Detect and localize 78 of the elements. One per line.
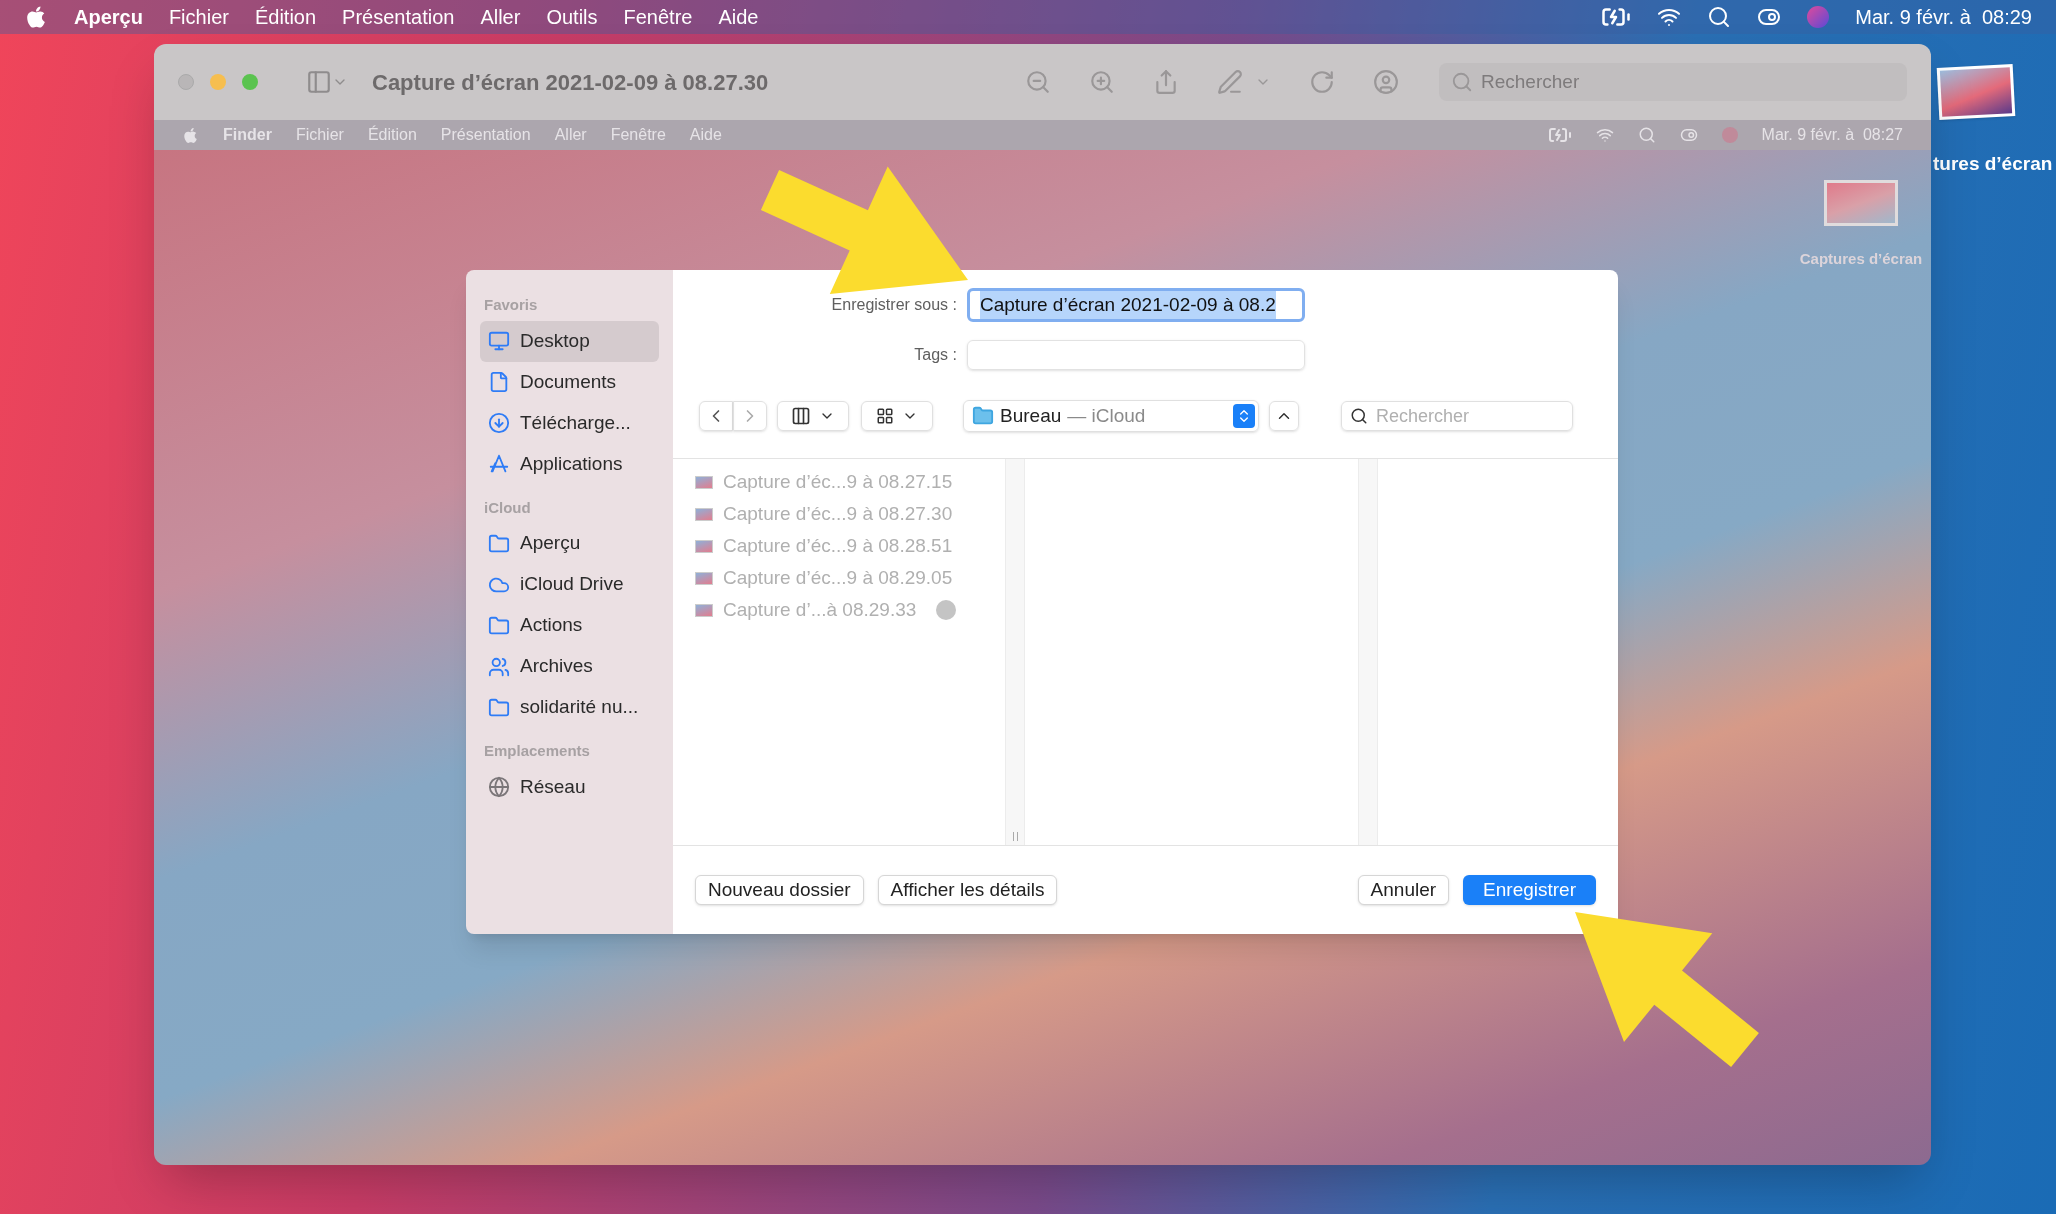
dialog-button[interactable]: Afficher les détails (877, 875, 1058, 905)
menu-item[interactable]: Outils (546, 2, 598, 32)
sidebar-item[interactable]: Archives (480, 646, 659, 687)
sidebar-section-title: iCloud (483, 497, 532, 518)
image-thumbnail-icon (695, 539, 713, 553)
columns-icon (791, 406, 811, 426)
progress-pie-icon (936, 600, 957, 620)
sidebar-item[interactable]: iCloud Drive (480, 564, 659, 605)
field-label: Tags : (914, 345, 957, 365)
monitor-icon (488, 330, 510, 352)
search-icon (1350, 407, 1368, 425)
field-label: Enregistrer sous : (831, 295, 957, 315)
apple-logo-icon[interactable] (24, 5, 48, 29)
dialog-button[interactable]: Annuler (1357, 875, 1450, 905)
forward-button[interactable] (733, 401, 767, 431)
stepper-icon (1233, 404, 1255, 428)
default-button[interactable]: Enregistrer (1463, 875, 1596, 905)
close-button[interactable] (178, 74, 194, 90)
sidebar-item[interactable]: Applications (480, 443, 659, 485)
desktop-icon-label: Captures d’écran (1798, 249, 1924, 269)
sidebar-item[interactable]: Télécharge... (480, 402, 659, 444)
share-icon[interactable] (1153, 69, 1179, 95)
minimize-button[interactable] (210, 74, 226, 90)
image-thumbnail-icon (695, 475, 713, 489)
dialog-button[interactable]: Nouveau dossier (695, 875, 864, 905)
sidebar-section-title: Emplacements (483, 741, 591, 761)
tags-field[interactable] (967, 340, 1305, 370)
folder-icon (488, 532, 510, 555)
menu-item[interactable]: Fichier (168, 2, 229, 32)
sidebar-item[interactable]: Documents (480, 361, 659, 403)
menu-item[interactable]: Aide (718, 2, 759, 32)
screenshot-thumbnail-icon[interactable] (1824, 180, 1898, 226)
column-resize-handle[interactable] (1012, 832, 1018, 841)
menu-item[interactable]: Édition (254, 2, 317, 32)
window-title: Capture d’écran 2021-02-09 à 08.27.30 (372, 68, 769, 97)
group-button[interactable] (861, 401, 933, 431)
column-scroller[interactable] (1358, 459, 1378, 845)
folder-icon (972, 405, 994, 427)
back-button[interactable] (699, 401, 733, 431)
desktop-icon-label: tures d’écran (1933, 152, 2053, 176)
view-mode-button[interactable] (777, 401, 849, 431)
folder-icon (488, 696, 510, 719)
rotate-icon[interactable] (1309, 69, 1335, 95)
grid-icon (876, 407, 894, 425)
menu-item[interactable]: Aller (480, 2, 521, 32)
sidebar-item[interactable]: Aperçu (480, 523, 659, 564)
siri-icon[interactable] (1721, 127, 1738, 143)
menu-item[interactable]: Fenêtre (623, 2, 693, 32)
app-menu[interactable]: Aperçu (74, 2, 143, 32)
sidebar-item[interactable]: Actions (480, 605, 659, 646)
image-thumbnail-icon (695, 507, 713, 521)
folder-icon (488, 614, 510, 637)
column-scroller[interactable] (1005, 459, 1025, 845)
globe-icon (488, 776, 510, 798)
sidebar-toggle-icon[interactable] (306, 69, 332, 95)
sidebar-section-title: Favoris (483, 295, 539, 315)
siri-icon[interactable] (1807, 6, 1830, 28)
pen-icon[interactable] (1217, 69, 1243, 95)
sidebar-item[interactable]: solidarité nu... (480, 687, 659, 728)
screenshot-stack-icon[interactable] (1936, 64, 2016, 120)
image-thumbnail-icon (695, 603, 713, 617)
search-icon (1451, 71, 1473, 93)
zoom-in-icon[interactable] (1089, 69, 1115, 95)
search-icon[interactable] (1707, 5, 1732, 29)
people-icon (488, 655, 510, 678)
download-icon (488, 412, 510, 434)
document-icon (488, 371, 510, 393)
sidebar-item[interactable]: Réseau (480, 766, 659, 808)
image-thumbnail-icon (695, 571, 713, 585)
location-popup[interactable]: Bureau — iCloud (963, 400, 1259, 432)
menu-clock[interactable]: Mar. 9 févr. à 08:29 (1855, 2, 2032, 32)
menu-item[interactable]: Présentation (342, 2, 455, 32)
parent-folder-button[interactable] (1269, 401, 1299, 431)
zoom-button[interactable] (242, 74, 258, 90)
zoom-out-icon[interactable] (1025, 69, 1051, 95)
filename-field[interactable]: Capture d’écran 2021-02-09 à 08.2 (967, 288, 1305, 322)
apps-icon (488, 453, 510, 475)
sidebar-item[interactable]: Desktop (480, 320, 659, 362)
